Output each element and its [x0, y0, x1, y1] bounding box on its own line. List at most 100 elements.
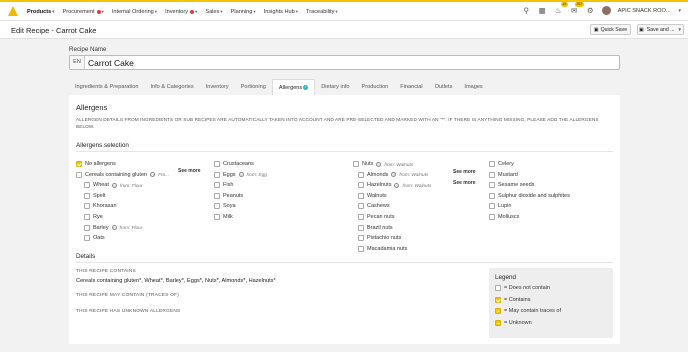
- app-logo[interactable]: [8, 6, 18, 16]
- nav-item-procurement[interactable]: Procurement ▾: [63, 9, 104, 15]
- save-and-button[interactable]: ▣ Save and ... ▼: [637, 24, 684, 35]
- allergen-checkbox[interactable]: [358, 171, 364, 178]
- nav-item-sales[interactable]: Sales ▾: [205, 9, 222, 15]
- see-more-nuts[interactable]: See more: [453, 169, 476, 175]
- allergen-checkbox[interactable]: [84, 235, 90, 242]
- allergen-checkbox[interactable]: [353, 161, 359, 167]
- store-icon[interactable]: ▦: [538, 6, 547, 15]
- nav-item-traceability[interactable]: Traceability ▾: [306, 9, 338, 15]
- allergen-checkbox[interactable]: [84, 214, 90, 220]
- user-name[interactable]: APIC SNACK ROO...: [618, 8, 671, 14]
- settings-icon[interactable]: ⚙: [586, 6, 595, 15]
- allergen-row-barley[interactable]: Barley ◷ from: Flour: [84, 224, 142, 231]
- see-more-gluten[interactable]: See more: [178, 168, 201, 174]
- tab-production[interactable]: Production: [355, 79, 395, 95]
- allergen-checkbox[interactable]: [358, 245, 364, 252]
- allergen-checkbox[interactable]: [214, 182, 220, 189]
- allergen-row-celery[interactable]: Celery: [489, 161, 514, 167]
- allergen-row-soya[interactable]: Soya: [214, 203, 236, 210]
- allergen-row-molluscs[interactable]: Molluscs: [489, 214, 519, 220]
- allergen-label: Pecan nuts: [367, 214, 395, 220]
- recipe-name-field[interactable]: EN Carrot Cake: [69, 55, 620, 70]
- tab-financial[interactable]: Financial: [394, 79, 429, 95]
- allergen-row-no-allergens[interactable]: No allergens: [76, 161, 116, 167]
- allergen-row-cashews[interactable]: Cashews: [358, 203, 390, 210]
- allergen-row-fish[interactable]: Fish: [214, 182, 233, 189]
- allergen-row-sulphur-dioxide-and-sulphites[interactable]: Sulphur dioxide and sulphites: [489, 192, 570, 199]
- allergen-checkbox[interactable]: [84, 192, 90, 199]
- allergen-checkbox[interactable]: [214, 214, 220, 220]
- allergen-checkbox[interactable]: [489, 182, 495, 189]
- allergen-row-almonds[interactable]: Almonds ◷ from: Walnuts: [358, 171, 428, 178]
- language-selector[interactable]: EN: [70, 56, 85, 69]
- allergen-checkbox[interactable]: [489, 192, 495, 199]
- allergen-row-macadamia-nuts[interactable]: Macadamia nuts: [358, 245, 407, 252]
- tab-portioning[interactable]: Portioning: [234, 79, 272, 95]
- chevron-down-icon[interactable]: ▼: [678, 8, 682, 13]
- allergen-row-pistachio-nuts[interactable]: Pistachio nuts: [358, 235, 401, 242]
- tab-images[interactable]: Images: [458, 79, 489, 95]
- allergen-checkbox[interactable]: [358, 192, 364, 199]
- allergen-row-cereals-containing-gluten[interactable]: Cereals containing gluten ◷ Fro...: [76, 171, 169, 178]
- allergen-row-khorasan[interactable]: Khorasan: [84, 203, 117, 210]
- allergen-row-eggs[interactable]: Eggs ◷ from: Egg: [214, 171, 267, 178]
- nav-item-internal-ordering[interactable]: Internal Ordering ▾: [112, 9, 157, 15]
- allergen-row-rye[interactable]: Rye: [84, 214, 103, 220]
- tab-info-categories[interactable]: Info & Categories: [144, 79, 200, 95]
- allergen-checkbox[interactable]: [76, 161, 82, 167]
- allergen-checkbox[interactable]: [358, 224, 364, 231]
- allergen-checkbox[interactable]: [76, 171, 82, 178]
- allergen-row-peanuts[interactable]: Peanuts: [214, 192, 243, 199]
- tab-dietary-info[interactable]: Dietary info: [315, 79, 356, 95]
- allergen-row-hazelnuts[interactable]: Hazelnuts ◷ from: Walnuts: [358, 182, 431, 189]
- nav-item-insights-hub[interactable]: Insights Hub ▾: [264, 9, 298, 15]
- allergen-checkbox[interactable]: [358, 203, 364, 210]
- allergen-row-crustaceans[interactable]: Crustaceans: [214, 161, 254, 167]
- tab-label: Ingredients & Preparation: [75, 84, 139, 90]
- inbox-icon[interactable]: ✉ 197: [570, 2, 584, 15]
- allergen-row-milk[interactable]: Milk: [214, 214, 233, 220]
- allergen-row-wheat[interactable]: Wheat ◷ from: Flour: [84, 182, 143, 189]
- tab-label: Financial: [400, 84, 423, 90]
- allergen-checkbox[interactable]: [214, 171, 220, 178]
- allergen-checkbox[interactable]: [214, 161, 220, 167]
- tab-ingredients-preparation[interactable]: Ingredients & Preparation: [69, 79, 145, 95]
- bell-icon[interactable]: ♨ 14: [554, 2, 568, 15]
- search-icon[interactable]: ⚲: [522, 6, 531, 15]
- allergen-checkbox[interactable]: [489, 161, 495, 167]
- allergen-row-lupin[interactable]: Lupin: [489, 203, 511, 210]
- allergen-row-mustard[interactable]: Mustard: [489, 171, 518, 178]
- allergen-row-nuts[interactable]: Nuts ◷ from: Walnuts: [353, 161, 413, 167]
- allergen-checkbox[interactable]: [84, 224, 90, 231]
- allergen-checkbox[interactable]: [489, 214, 495, 220]
- nav-item-label: Sales: [205, 9, 220, 15]
- allergen-checkbox[interactable]: [214, 203, 220, 210]
- allergen-row-brazil-nuts[interactable]: Brazil nuts: [358, 224, 393, 231]
- nav-item-label: Inventory: [165, 9, 189, 15]
- nav-item-inventory[interactable]: Inventory ▾: [165, 9, 197, 15]
- recipe-name-input[interactable]: Carrot Cake: [88, 58, 134, 68]
- allergen-checkbox[interactable]: [358, 214, 364, 220]
- allergen-row-pecan-nuts[interactable]: Pecan nuts: [358, 214, 395, 220]
- allergen-checkbox[interactable]: [84, 203, 90, 210]
- allergen-checkbox[interactable]: [358, 235, 364, 242]
- allergen-row-oats[interactable]: Oats: [84, 235, 105, 242]
- nav-item-planning[interactable]: Planning ▾: [231, 9, 256, 15]
- tab-outlets[interactable]: Outlets: [428, 79, 459, 95]
- nav-item-products[interactable]: Products ▾: [27, 9, 55, 15]
- allergen-row-spelt[interactable]: Spelt: [84, 192, 106, 199]
- allergen-checkbox[interactable]: [214, 192, 220, 199]
- tab-inventory[interactable]: Inventory: [199, 79, 235, 95]
- allergen-row-walnuts[interactable]: Walnuts: [358, 192, 387, 199]
- save-and-label: Save and ...: [646, 26, 675, 33]
- see-more-nuts-2[interactable]: See more: [453, 180, 476, 186]
- allergen-checkbox[interactable]: [84, 182, 90, 189]
- tab-allergens[interactable]: Allergens ✓: [271, 79, 316, 95]
- allergen-checkbox[interactable]: [358, 182, 364, 189]
- quick-save-button[interactable]: ▣ Quick Save: [590, 24, 631, 35]
- allergen-checkbox[interactable]: [489, 171, 495, 178]
- allergen-row-sesame-seeds[interactable]: Sesame seeds: [489, 182, 534, 189]
- avatar[interactable]: [601, 6, 611, 15]
- allergen-checkbox[interactable]: [489, 203, 495, 210]
- tab-label: Allergens: [278, 85, 303, 91]
